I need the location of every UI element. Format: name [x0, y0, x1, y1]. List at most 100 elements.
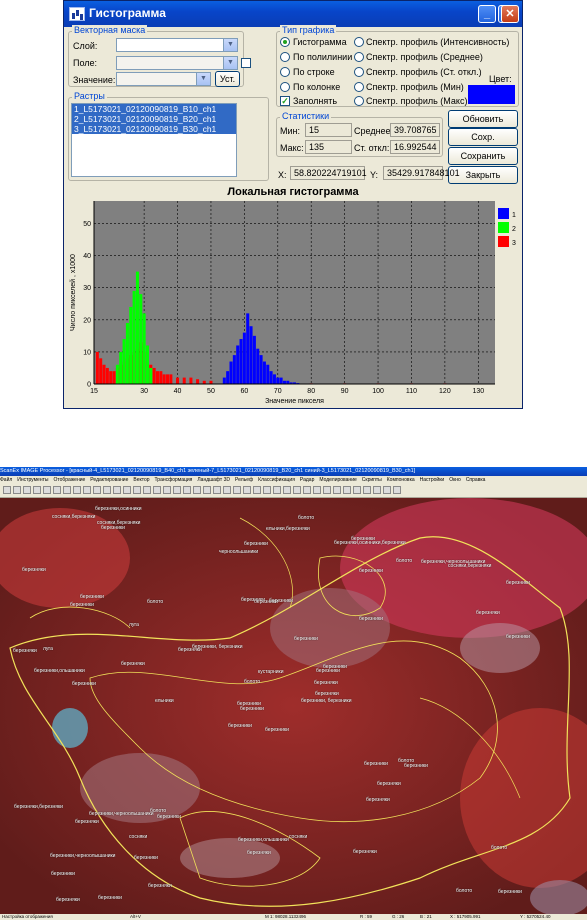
field-select[interactable]: ▼	[116, 56, 238, 70]
option-by-polyline-label[interactable]: По полилинии	[293, 52, 352, 62]
menu-item[interactable]: Вектор	[133, 477, 149, 483]
satellite-map-view[interactable]: березники березники березники березники,чер…	[0, 498, 587, 914]
radio-spectral-intensity[interactable]	[354, 37, 364, 47]
toolbar-tool-icon[interactable]	[13, 486, 21, 494]
toolbar-tool-icon[interactable]	[343, 486, 351, 494]
menu-item[interactable]: Компоновка	[387, 477, 415, 483]
toolbar-tool-icon[interactable]	[33, 486, 41, 494]
toolbar-tool-icon[interactable]	[263, 486, 271, 494]
toolbar-tool-icon[interactable]	[383, 486, 391, 494]
rasters-list[interactable]: 1_L5173021_02120090819_B10_ch1 2_L517302…	[71, 103, 237, 177]
toolbar-tool-icon[interactable]	[23, 486, 31, 494]
raster-item[interactable]: 1_L5173021_02120090819_B10_ch1	[72, 104, 236, 114]
x-tick-label: 50	[207, 388, 215, 395]
toolbar-tool-icon[interactable]	[3, 486, 11, 494]
toolbar-tool-icon[interactable]	[353, 486, 361, 494]
toolbar-tool-icon[interactable]	[43, 486, 51, 494]
radio-by-polyline[interactable]	[280, 52, 290, 62]
menu-item[interactable]: Скрипты	[362, 477, 382, 483]
option-by-column-label[interactable]: По колонке	[293, 82, 340, 92]
set-button[interactable]: Уст.	[215, 71, 240, 87]
toolbar-tool-icon[interactable]	[373, 486, 381, 494]
map-label: березняки	[121, 661, 145, 667]
toolbar-tool-icon[interactable]	[283, 486, 291, 494]
menu-item[interactable]: Рельеф	[235, 477, 253, 483]
toolbar-tool-icon[interactable]	[173, 486, 181, 494]
toolbar-tool-icon[interactable]	[123, 486, 131, 494]
radio-spectral-mean[interactable]	[354, 52, 364, 62]
menu-item[interactable]: Редактирование	[90, 477, 128, 483]
option-histogram-label[interactable]: Гистограмма	[293, 37, 347, 47]
save-metafile-button[interactable]: Сохр. метафайл	[448, 128, 518, 158]
save-report-button[interactable]: Сохранить отчет	[448, 147, 518, 177]
toolbar-tool-icon[interactable]	[363, 486, 371, 494]
legend-swatch	[498, 236, 509, 247]
toolbar-tool-icon[interactable]	[313, 486, 321, 494]
menu-item[interactable]: Настройки	[420, 477, 445, 483]
radio-spectral-std[interactable]	[354, 67, 364, 77]
menu-item[interactable]: Окно	[449, 477, 461, 483]
toolbar-tool-icon[interactable]	[393, 486, 401, 494]
toolbar-tool-icon[interactable]	[183, 486, 191, 494]
toolbar-tool-icon[interactable]	[63, 486, 71, 494]
toolbar-tool-icon[interactable]	[293, 486, 301, 494]
value-select[interactable]: ▼	[116, 72, 211, 86]
menu-item[interactable]: Классификация	[258, 477, 295, 483]
menu-item[interactable]: Отображение	[53, 477, 85, 483]
menu-item[interactable]: Файл	[0, 477, 12, 483]
menu-item[interactable]: Справка	[466, 477, 486, 483]
toolbar-tool-icon[interactable]	[53, 486, 61, 494]
map-label: сосняки	[289, 834, 308, 840]
toolbar-tool-icon[interactable]	[73, 486, 81, 494]
refresh-button[interactable]: Обновить	[448, 110, 518, 128]
option-spectral-min-label[interactable]: Спектр. профиль (Мин)	[366, 82, 464, 92]
menu-item[interactable]: Радар	[300, 477, 314, 483]
toolbar-tool-icon[interactable]	[163, 486, 171, 494]
menu-item[interactable]: Ландшафт 3D	[197, 477, 230, 483]
toolbar-tool-icon[interactable]	[253, 486, 261, 494]
color-swatch[interactable]	[468, 85, 515, 104]
raster-item[interactable]: 2_L5173021_02120090819_B20_ch1	[72, 114, 236, 124]
option-spectral-std-label[interactable]: Спектр. профиль (Ст. откл.)	[366, 67, 482, 77]
toolbar-tool-icon[interactable]	[83, 486, 91, 494]
toolbar-tool-icon[interactable]	[223, 486, 231, 494]
menu-item[interactable]: Трансформация	[155, 477, 193, 483]
toolbar-tool-icon[interactable]	[323, 486, 331, 494]
radio-spectral-max[interactable]	[354, 96, 364, 106]
field-checkbox[interactable]	[241, 58, 251, 68]
toolbar-tool-icon[interactable]	[93, 486, 101, 494]
radio-spectral-min[interactable]	[354, 82, 364, 92]
toolbar-tool-icon[interactable]	[103, 486, 111, 494]
radio-histogram[interactable]	[280, 37, 290, 47]
toolbar-tool-icon[interactable]	[233, 486, 241, 494]
toolbar-tool-icon[interactable]	[143, 486, 151, 494]
toolbar-tool-icon[interactable]	[213, 486, 221, 494]
menu-item[interactable]: Инструменты	[17, 477, 48, 483]
radio-by-row[interactable]	[280, 67, 290, 77]
layer-select[interactable]: ▼	[116, 38, 238, 52]
fill-checkbox[interactable]: ✓	[280, 96, 290, 106]
close-window-button[interactable]: ✕	[501, 5, 519, 23]
option-by-row-label[interactable]: По строке	[293, 67, 335, 77]
option-spectral-max-label[interactable]: Спектр. профиль (Макс)	[366, 96, 467, 106]
option-spectral-mean-label[interactable]: Спектр. профиль (Среднее)	[366, 52, 483, 62]
toolbar-tool-icon[interactable]	[273, 486, 281, 494]
radio-by-column[interactable]	[280, 82, 290, 92]
menu-item[interactable]: Моделирование	[319, 477, 356, 483]
toolbar-tool-icon[interactable]	[203, 486, 211, 494]
toolbar-tool-icon[interactable]	[133, 486, 141, 494]
x-coord-value: 58.820224719101	[290, 166, 367, 180]
title-bar[interactable]: Гистограмма _ □	[64, 1, 522, 27]
raster-item[interactable]: 3_L5173021_02120090819_B30_ch1	[72, 124, 236, 134]
toolbar-tool-icon[interactable]	[303, 486, 311, 494]
minimize-button[interactable]: _	[478, 5, 496, 23]
toolbar-tool-icon[interactable]	[193, 486, 201, 494]
toolbar-tool-icon[interactable]	[113, 486, 121, 494]
toolbar-tool-icon[interactable]	[153, 486, 161, 494]
toolbar-tool-icon[interactable]	[333, 486, 341, 494]
y-tick-label: 40	[83, 253, 91, 260]
option-spectral-intensity-label[interactable]: Спектр. профиль (Интенсивность)	[366, 37, 509, 47]
toolbar-tool-icon[interactable]	[243, 486, 251, 494]
map-label: березники	[237, 701, 261, 707]
fill-label[interactable]: Заполнять	[293, 96, 337, 106]
